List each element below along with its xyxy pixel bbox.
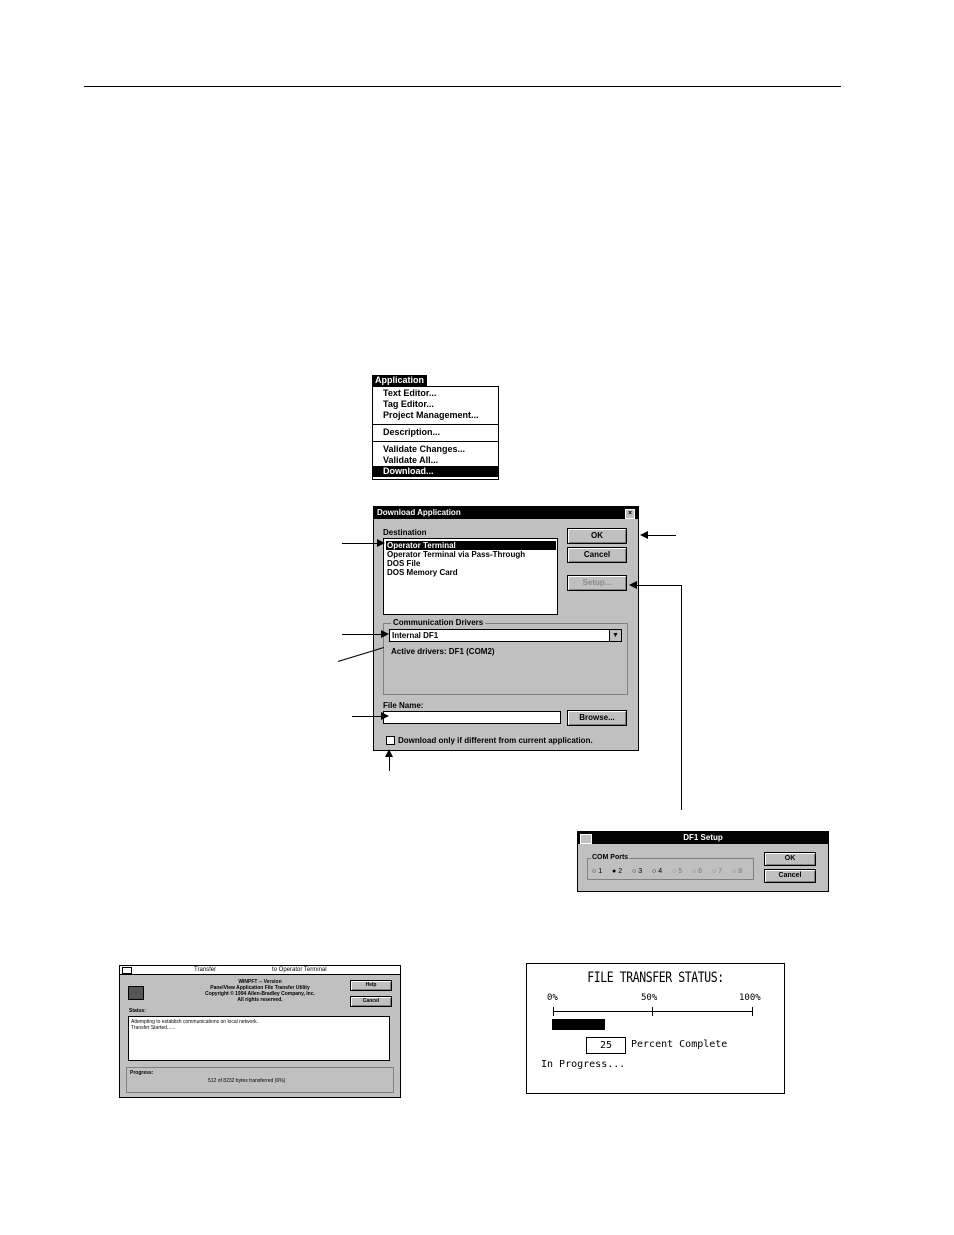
close-icon[interactable]: × — [625, 509, 635, 519]
download-only-checkbox[interactable] — [386, 736, 395, 745]
radio-label: 8 — [738, 868, 743, 875]
percent-complete-label: Percent Complete — [631, 1039, 728, 1050]
active-drivers-text: Active drivers: DF1 (COM2) — [391, 647, 495, 656]
progress-text: 512 of 8232 bytes transferred (6%) — [208, 1078, 286, 1084]
com-ports-label: COM Ports — [591, 854, 630, 861]
tick-label-100: 100% — [739, 993, 761, 1003]
destination-item[interactable]: Operator Terminal — [386, 541, 556, 550]
arrow-icon — [381, 630, 389, 638]
application-menu: Application Text Editor... Tag Editor...… — [371, 374, 499, 480]
destination-item[interactable]: DOS File — [386, 559, 556, 568]
transfer-dialog: Transfer to Operator Terminal WINPFT -- … — [119, 965, 401, 1098]
radio-label: 6 — [698, 868, 703, 875]
file-name-label: File Name: — [383, 701, 424, 710]
rights-text: All rights reserved. — [237, 997, 283, 1003]
dialog-title-bar: Download Application × — [374, 507, 638, 519]
radio-com-6[interactable]: ○ 6 — [692, 868, 702, 875]
radio-com-3[interactable]: ○ 3 — [632, 868, 642, 875]
arrow-icon — [640, 531, 648, 539]
menu-item-tag-editor[interactable]: Tag Editor... — [373, 399, 498, 410]
menu-title[interactable]: Application — [372, 375, 427, 386]
transfer-title-bar: Transfer to Operator Terminal — [120, 966, 400, 975]
df1-cancel-button[interactable]: Cancel — [764, 869, 816, 883]
transfer-title-target: to Operator Terminal — [272, 967, 327, 973]
tick-label-50: 50% — [641, 993, 658, 1003]
df1-setup-dialog: DF1 Setup COM Ports ○ 1 ● 2 ○ 3 ○ 4 ○ 5 … — [577, 831, 829, 892]
menu-item-validate-all[interactable]: Validate All... — [373, 455, 498, 466]
menu-item-validate-changes[interactable]: Validate Changes... — [373, 444, 498, 455]
destination-label: Destination — [383, 528, 427, 537]
progress-label: Progress: — [130, 1070, 154, 1076]
top-rule — [84, 86, 841, 87]
arrow-icon — [377, 539, 385, 547]
arrow-icon — [381, 712, 389, 720]
progress-state: In Progress... — [541, 1059, 626, 1070]
radio-label: 1 — [598, 868, 603, 875]
scale-tick — [553, 1007, 554, 1016]
progress-scale — [553, 1011, 753, 1012]
comm-drivers-label: Communication Drivers — [391, 618, 486, 627]
transfer-app-icon — [128, 986, 144, 1000]
radio-com-1[interactable]: ○ 1 — [592, 868, 602, 875]
dialog-title: Download Application — [377, 508, 461, 517]
setup-button[interactable]: Setup... — [567, 575, 627, 591]
ok-button[interactable]: OK — [567, 528, 627, 544]
callout-line — [352, 716, 382, 717]
menu-item-project-management[interactable]: Project Management... — [373, 410, 498, 421]
radio-label: 5 — [678, 868, 683, 875]
radio-com-5[interactable]: ○ 5 — [672, 868, 682, 875]
df1-ok-button[interactable]: OK — [764, 852, 816, 866]
system-menu-icon[interactable] — [580, 834, 592, 844]
browse-button[interactable]: Browse... — [567, 710, 627, 726]
radio-com-2[interactable]: ● 2 — [612, 868, 622, 875]
arrow-icon — [385, 749, 393, 757]
menu-item-download[interactable]: Download... — [373, 466, 498, 477]
percent-value-box: 25 — [586, 1037, 626, 1054]
callout-line — [681, 585, 682, 810]
callout-line — [342, 543, 378, 544]
radio-label: 7 — [718, 868, 723, 875]
destination-item[interactable]: Operator Terminal via Pass-Through — [386, 550, 556, 559]
scale-tick — [752, 1007, 753, 1016]
status-box: Attempting to establish communications o… — [128, 1016, 390, 1061]
destination-item[interactable]: DOS Memory Card — [386, 568, 556, 577]
radio-com-8[interactable]: ○ 8 — [732, 868, 742, 875]
menu-dropdown: Text Editor... Tag Editor... Project Man… — [372, 386, 499, 480]
download-application-dialog: Download Application × Destination Opera… — [373, 506, 639, 751]
arrow-icon — [629, 581, 637, 589]
transfer-title: Transfer — [194, 967, 217, 973]
menu-item-text-editor[interactable]: Text Editor... — [373, 388, 498, 399]
callout-line — [342, 634, 382, 635]
callout-line — [389, 756, 390, 771]
download-only-label: Download only if different from current … — [398, 736, 593, 745]
system-menu-icon[interactable] — [122, 967, 132, 974]
file-transfer-status-panel: FILE TRANSFER STATUS: 0% 50% 100% 25 Per… — [526, 963, 785, 1094]
callout-line — [637, 585, 681, 586]
radio-label: 2 — [618, 868, 623, 875]
df1-title: DF1 Setup — [578, 832, 828, 844]
menu-separator — [373, 424, 498, 425]
status-line: Transfer Started...... — [131, 1025, 176, 1031]
radio-com-4[interactable]: ○ 4 — [652, 868, 662, 875]
progress-bar-fill — [552, 1019, 605, 1030]
radio-label: 4 — [658, 868, 663, 875]
radio-label: 3 — [638, 868, 643, 875]
fts-title: FILE TRANSFER STATUS: — [587, 970, 724, 986]
radio-com-7[interactable]: ○ 7 — [712, 868, 722, 875]
comm-driver-select[interactable]: Internal DF1 ▼ — [389, 629, 622, 642]
menu-item-description[interactable]: Description... — [373, 427, 498, 438]
comm-driver-value: Internal DF1 — [392, 631, 439, 640]
file-name-input[interactable] — [383, 711, 561, 724]
scale-tick — [652, 1007, 653, 1016]
callout-line — [648, 535, 676, 536]
chevron-down-icon[interactable]: ▼ — [609, 630, 621, 641]
transfer-cancel-button[interactable]: Cancel — [350, 996, 392, 1007]
tick-label-0: 0% — [547, 993, 558, 1003]
destination-list[interactable]: Operator Terminal Operator Terminal via … — [383, 538, 558, 615]
help-button[interactable]: Help — [350, 980, 392, 991]
menu-separator — [373, 441, 498, 442]
status-label: Status: — [129, 1008, 146, 1014]
cancel-button[interactable]: Cancel — [567, 547, 627, 563]
